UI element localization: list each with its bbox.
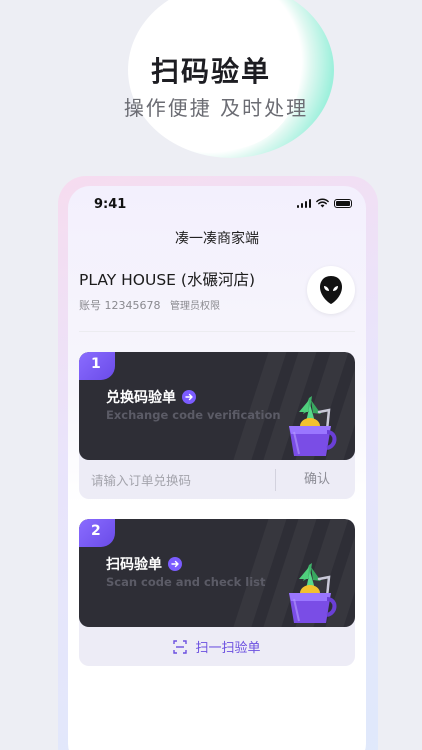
scan-icon bbox=[173, 639, 188, 654]
scan-code-title: 扫码验单 bbox=[106, 557, 162, 573]
arrow-right-icon bbox=[182, 390, 196, 404]
permission-label: 管理员权限 bbox=[170, 301, 220, 312]
scan-button-label: 扫一扫验单 bbox=[195, 641, 261, 656]
input-separator bbox=[275, 469, 276, 491]
hero-title: 扫码验单 bbox=[150, 55, 271, 88]
scan-button-row: 扫一扫验单 bbox=[79, 627, 355, 666]
alien-avatar-icon bbox=[320, 276, 342, 304]
confirm-button[interactable]: 确认 bbox=[279, 460, 355, 499]
scan-button[interactable]: 扫一扫验单 bbox=[79, 627, 355, 666]
exchange-code-banner[interactable]: 1 兑换码验单 Exchange code verification bbox=[79, 352, 355, 460]
battery-icon bbox=[334, 198, 352, 208]
phone-screen: 9:41 凑一凑商家端 PLAY HOUSE (水碾河店) 账号 1234567… bbox=[68, 186, 366, 750]
store-name: PLAY HOUSE (水碾河店) bbox=[79, 271, 255, 289]
account-number: 账号 12345678 bbox=[79, 299, 161, 312]
drink-cup-icon bbox=[289, 563, 337, 623]
card-title: 扫码验单 bbox=[106, 554, 182, 574]
drink-cup-icon bbox=[289, 396, 337, 456]
header-divider bbox=[79, 331, 355, 332]
exchange-code-input[interactable] bbox=[91, 468, 261, 492]
exchange-code-title: 兑换码验单 bbox=[106, 390, 176, 406]
app-title: 凑一凑商家端 bbox=[175, 231, 259, 247]
wifi-icon bbox=[316, 198, 329, 208]
scan-code-card: 2 扫码验单 Scan code and check list 扫一扫验单 bbox=[79, 519, 355, 666]
exchange-code-subtitle: Exchange code verification bbox=[106, 408, 281, 422]
scan-code-banner[interactable]: 2 扫码验单 Scan code and check list bbox=[79, 519, 355, 627]
arrow-right-icon bbox=[168, 557, 182, 571]
exchange-code-card: 1 兑换码验单 Exchange code verification 请输入订单… bbox=[79, 352, 355, 499]
status-icons bbox=[296, 198, 352, 208]
cellular-signal-icon bbox=[296, 198, 311, 208]
scan-code-subtitle: Scan code and check list bbox=[106, 575, 266, 589]
status-time: 9:41 bbox=[94, 197, 127, 212]
step-badge: 1 bbox=[79, 352, 115, 380]
step-badge: 2 bbox=[79, 519, 115, 547]
hero-subtitle: 操作便捷 及时处理 bbox=[123, 96, 309, 120]
exchange-code-input-row: 确认 bbox=[79, 460, 355, 499]
card-title: 兑换码验单 bbox=[106, 387, 196, 407]
avatar[interactable] bbox=[307, 266, 355, 314]
status-bar: 9:41 bbox=[68, 186, 366, 222]
account-info: 账号 12345678 管理员权限 bbox=[79, 297, 220, 313]
